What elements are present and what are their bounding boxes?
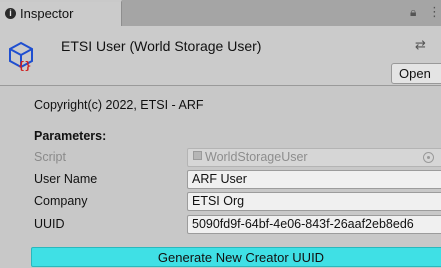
lock-icon[interactable]: 🔒︎ xyxy=(410,5,416,20)
generate-uuid-button[interactable]: Generate New Creator UUID xyxy=(31,247,441,267)
copyright-text: Copyright(c) 2022, ETSI - ARF xyxy=(34,98,204,112)
component-title: ETSI User (World Storage User) xyxy=(61,38,262,54)
info-icon: i xyxy=(5,8,16,19)
tab-inspector[interactable]: i Inspector xyxy=(0,0,122,26)
company-label: Company xyxy=(34,194,88,208)
user-name-field[interactable]: ARF User xyxy=(187,170,441,189)
script-asset-icon: {} xyxy=(9,41,33,71)
script-asset-icon xyxy=(193,151,202,160)
open-button[interactable]: Open xyxy=(391,63,441,84)
inspector-body: Copyright(c) 2022, ETSI - ARF Parameters… xyxy=(0,86,441,268)
preset-icon[interactable]: ⇄ xyxy=(415,37,426,53)
uuid-label: UUID xyxy=(34,217,65,231)
svg-text:{}: {} xyxy=(18,59,31,71)
tab-label: Inspector xyxy=(20,6,74,21)
script-field: WorldStorageUser xyxy=(187,148,441,167)
component-header: {} ETSI User (World Storage User) ⇄ Open xyxy=(0,26,441,86)
uuid-field[interactable]: 5090fd9f-64bf-4e06-843f-26aaf2eb8ed6 xyxy=(187,215,441,234)
tab-bar: i Inspector 🔒︎ ⋮ xyxy=(0,0,441,26)
company-field[interactable]: ETSI Org xyxy=(187,192,441,211)
object-picker-icon xyxy=(423,152,434,163)
parameters-heading: Parameters: xyxy=(34,129,107,143)
user-name-label: User Name xyxy=(34,172,98,186)
script-value: WorldStorageUser xyxy=(205,150,308,164)
script-label: Script xyxy=(34,150,66,164)
menu-icon[interactable]: ⋮ xyxy=(428,4,441,20)
